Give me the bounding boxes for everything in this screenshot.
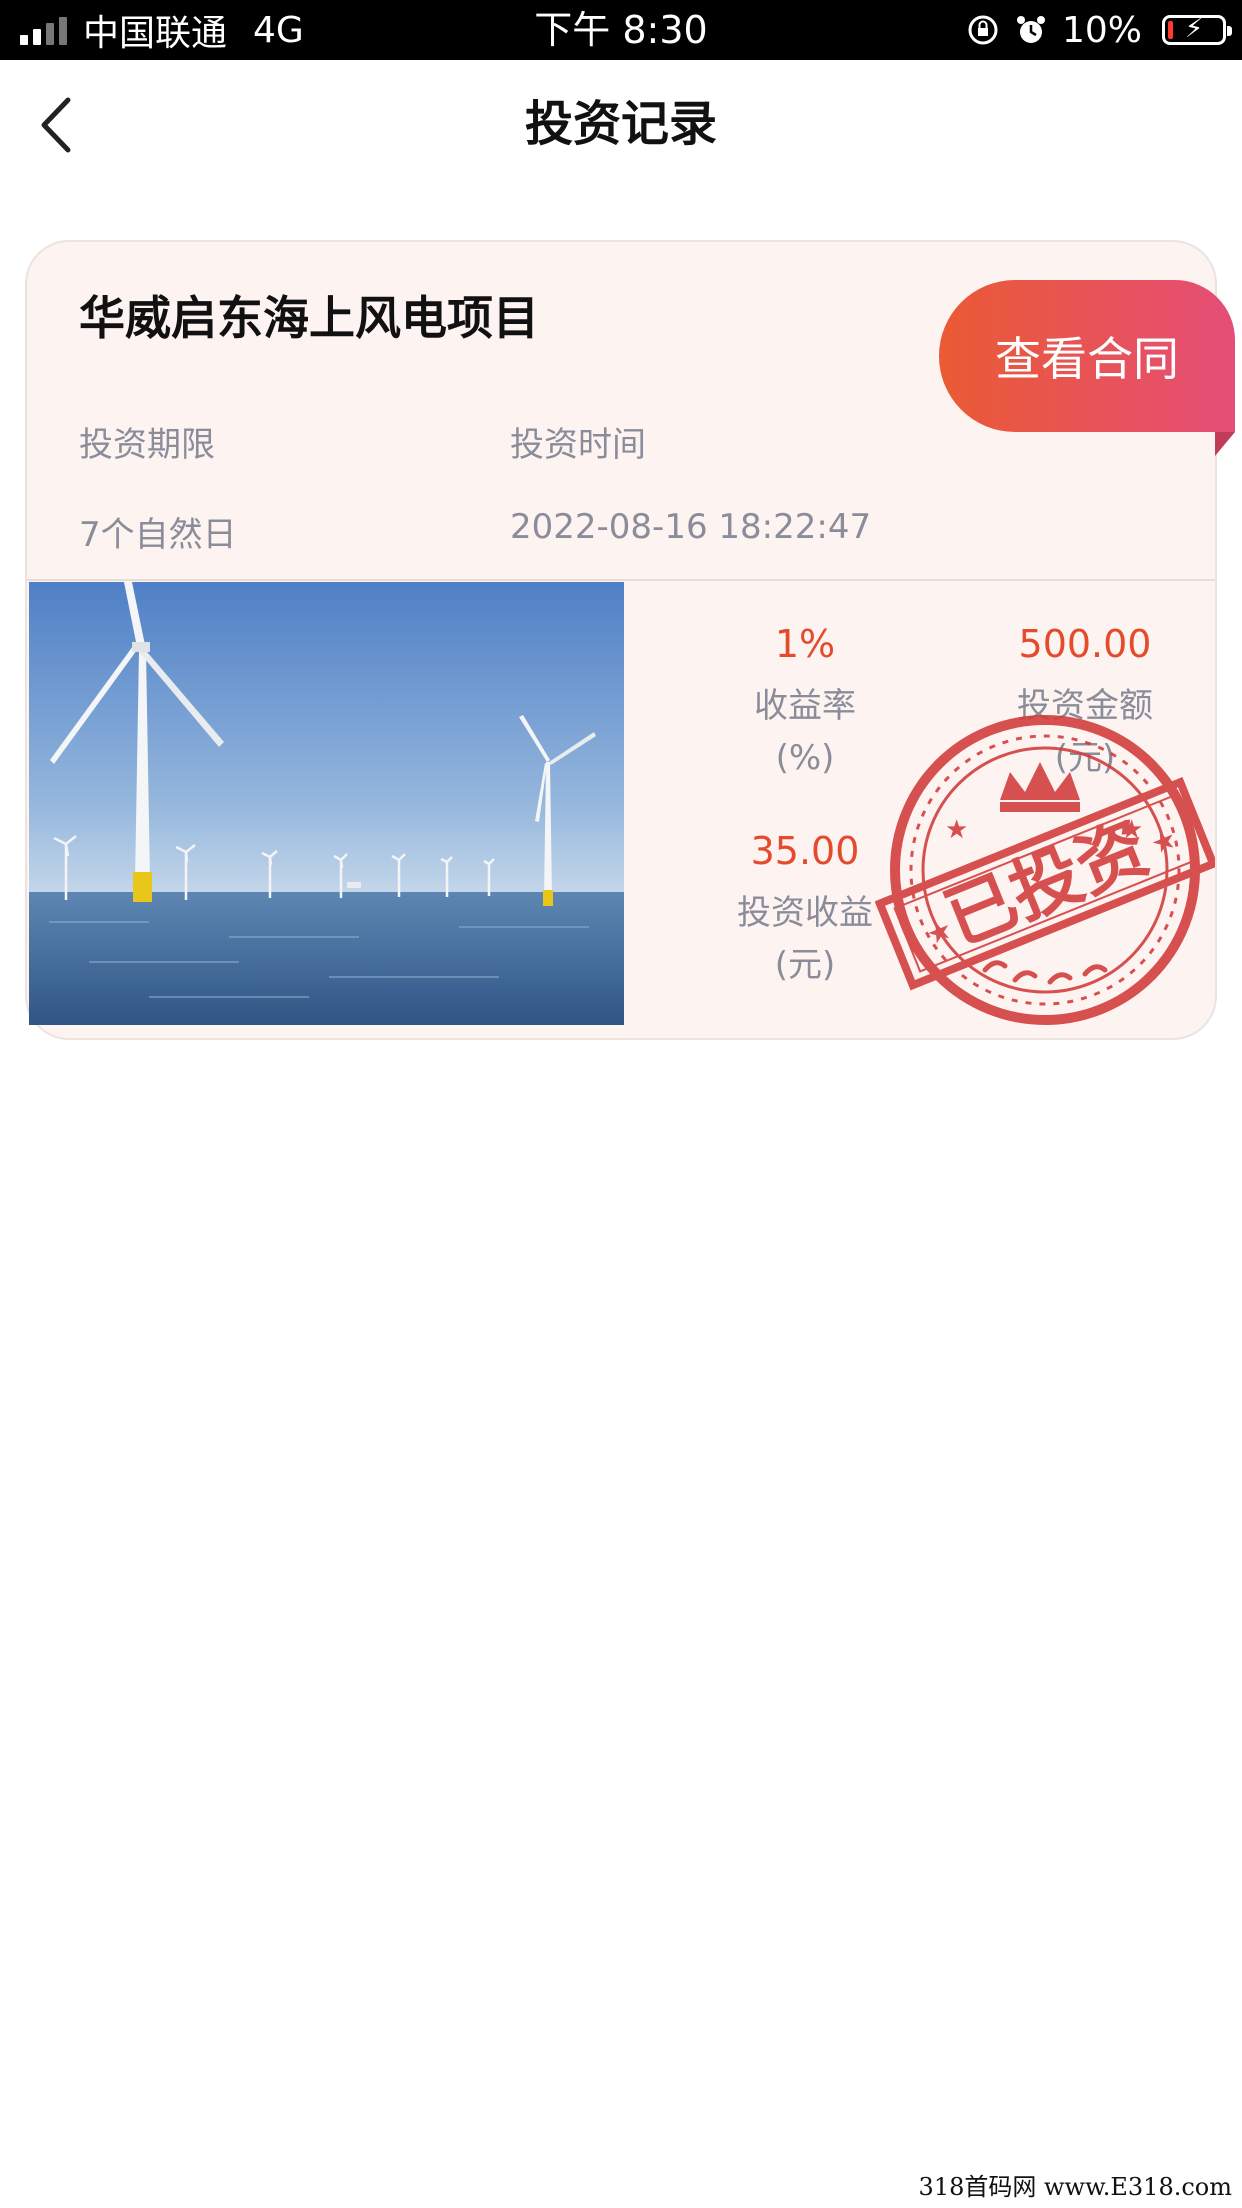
svg-text:★: ★ bbox=[1146, 821, 1182, 861]
battery-percent: 10% bbox=[1061, 9, 1142, 51]
rotation-lock-icon bbox=[968, 15, 998, 45]
investment-record-card[interactable]: 华威启东海上风电项目 查看合同 投资期限 投资时间 7个自然日 2022-08-… bbox=[25, 240, 1235, 1040]
view-contract-button[interactable]: 查看合同 bbox=[939, 280, 1235, 432]
offshore-wind-turbines-photo bbox=[29, 582, 624, 1025]
invested-stamp: ★ ★ ★ ★ 已投资 bbox=[875, 715, 1215, 1025]
watermark: 318首码网 www.E318.com bbox=[918, 2173, 1232, 2201]
status-bar: 中国联通 4G 下午 8:30 10% ⚡ bbox=[0, 0, 1242, 60]
time-value: 2022-08-16 18:22:47 bbox=[510, 507, 872, 547]
yield-value: 1% bbox=[774, 622, 836, 666]
ribbon-fold bbox=[1215, 432, 1235, 456]
divider bbox=[27, 579, 1215, 581]
term-value: 7个自然日 bbox=[79, 515, 237, 555]
svg-text:★: ★ bbox=[945, 815, 968, 845]
nav-bar: 投资记录 bbox=[0, 60, 1242, 188]
page-title: 投资记录 bbox=[524, 96, 717, 152]
time-label: 投资时间 bbox=[510, 425, 646, 465]
term-label: 投资期限 bbox=[79, 425, 215, 465]
amount-value: 500.00 bbox=[1018, 622, 1152, 666]
alarm-icon bbox=[1016, 16, 1045, 43]
battery-icon: ⚡ bbox=[1162, 14, 1232, 45]
project-name: 华威启东海上风电项目 bbox=[79, 291, 539, 345]
